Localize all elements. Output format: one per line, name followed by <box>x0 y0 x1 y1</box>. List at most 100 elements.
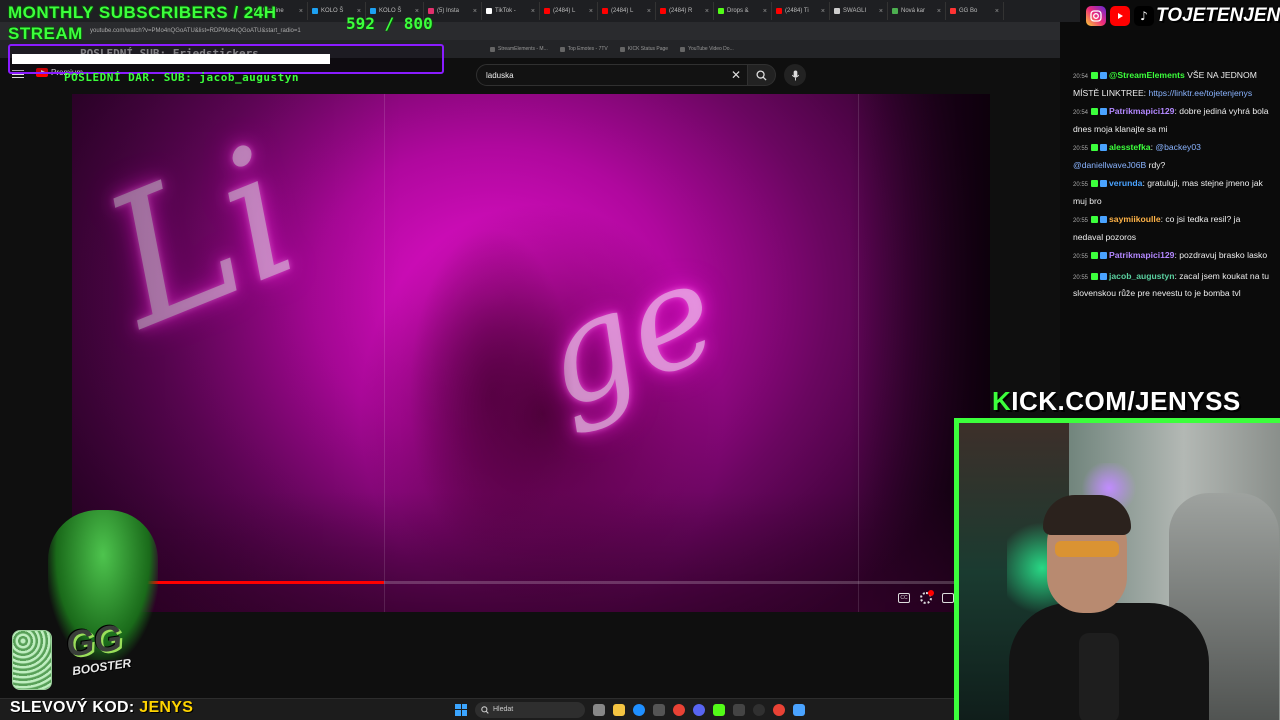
chat-message: 20:55 Patrikmapici129: pozdravuj brasko l… <box>1073 248 1272 266</box>
tab-favicon-icon <box>950 8 956 14</box>
search-button[interactable] <box>748 64 776 86</box>
tab-close-icon[interactable]: × <box>299 8 303 15</box>
subtitles-icon[interactable]: CC <box>898 593 910 603</box>
tab-close-icon[interactable]: × <box>821 8 825 15</box>
chrome-icon[interactable] <box>773 703 785 716</box>
search-input[interactable]: laduska ✕ <box>476 64 748 86</box>
kick-url: KICK.COM/JENYSS <box>992 386 1241 417</box>
bookmark-item[interactable]: KICK Status Page <box>619 46 668 52</box>
taskbar-search-placeholder: Hledat <box>493 706 514 713</box>
browser-tab[interactable]: (2484) L × <box>598 2 656 20</box>
kick-app-icon[interactable] <box>713 703 725 716</box>
file-explorer-icon[interactable] <box>613 703 625 716</box>
kick-badge-icon <box>1091 252 1099 259</box>
voice-search-button[interactable] <box>784 64 806 86</box>
tab-close-icon[interactable]: × <box>589 8 593 15</box>
chat-message: 20:55 saymiikoulle: co jsi tedka resil? j… <box>1073 212 1272 245</box>
tab-close-icon[interactable]: × <box>763 8 767 15</box>
tab-label: (2484) Ti <box>785 8 809 14</box>
search-query: laduska <box>486 70 514 80</box>
tab-close-icon[interactable]: × <box>937 8 941 15</box>
chat-link[interactable]: https://linktr.ee/tojetenjenys <box>1148 88 1252 98</box>
sub-badge-icon <box>1100 216 1108 223</box>
browser-tab[interactable]: GG Bo × <box>946 2 1004 20</box>
edge-icon[interactable] <box>633 703 645 716</box>
video-frame-line <box>384 94 385 612</box>
windows-start-icon[interactable] <box>455 703 467 716</box>
social-icons: ♪ <box>1086 6 1154 26</box>
tab-close-icon[interactable]: × <box>879 8 883 15</box>
chat-username[interactable]: Patrikmapici129 <box>1109 250 1174 260</box>
bookmark-item[interactable]: YouTube Video Do... <box>680 46 734 52</box>
tab-label: Nová kar <box>901 8 926 14</box>
kick-badge-icon <box>1091 108 1099 115</box>
tab-close-icon[interactable]: × <box>705 8 709 15</box>
search-icon <box>481 705 489 714</box>
notepad-icon[interactable] <box>793 703 805 716</box>
clear-search-icon[interactable]: ✕ <box>731 68 741 82</box>
bookmark-label: Top Emotes - 7TV <box>567 46 608 52</box>
sub-badge-icon <box>1100 252 1108 259</box>
chat-timestamp: 20:54 <box>1073 74 1089 80</box>
kick-url-rest: ICK.COM/JENYSS <box>1011 386 1241 416</box>
tab-close-icon[interactable]: × <box>531 8 535 15</box>
task-view-icon[interactable] <box>593 703 605 716</box>
settings-gear-icon[interactable] <box>920 590 934 604</box>
chat-username[interactable]: verunda <box>1109 178 1142 188</box>
tab-close-icon[interactable]: × <box>647 8 651 15</box>
monthly-subs-title: MONTHLY SUBSCRIBERS / 24H STREAM <box>8 2 277 44</box>
video-player[interactable]: Li ge CC <box>72 94 990 612</box>
microphone-icon <box>791 69 799 81</box>
browser-tab[interactable]: (2484) L × <box>540 2 598 20</box>
taskbar-search[interactable]: Hledat <box>475 701 585 718</box>
bookmark-item[interactable]: Top Emotes - 7TV <box>559 46 608 52</box>
tab-close-icon[interactable]: × <box>995 8 999 15</box>
browser-tab[interactable]: Nová kar × <box>888 2 946 20</box>
sub-badge-icon <box>1100 72 1108 79</box>
sub-badge-icon <box>1100 108 1108 115</box>
bookmark-item[interactable]: StreamElements - M... <box>490 46 548 52</box>
chat-username[interactable]: @StreamElements <box>1109 70 1185 80</box>
browser-tab[interactable]: (2484) Ti × <box>772 2 830 20</box>
store-icon[interactable] <box>653 703 665 716</box>
kick-badge-icon <box>1091 144 1099 151</box>
last-donation-label: POSLEDNÍ DAR. SUB: jacob_augustyn <box>64 71 300 84</box>
tab-label: (5) Insta <box>437 8 460 14</box>
chat-username[interactable]: saymiikoulle <box>1109 214 1161 224</box>
chat-username[interactable]: jacob_augustyn <box>1109 271 1174 281</box>
bookmark-icon <box>619 46 625 52</box>
sub-badge-icon <box>1100 144 1108 151</box>
chrome-icon[interactable] <box>673 703 685 716</box>
browser-tab[interactable]: Drops & × <box>714 2 772 20</box>
steam-icon[interactable] <box>733 703 745 716</box>
discord-icon[interactable] <box>693 703 705 716</box>
browser-tab[interactable]: TikTok - × <box>482 2 540 20</box>
kick-url-k: K <box>992 386 1012 416</box>
gg-booster-sponsor: GG BOOSTER <box>12 500 172 696</box>
chat-username[interactable]: Patrikmapici129 <box>1109 106 1174 116</box>
chat-message: 20:55 alesstefka: @backey03 @daniellwaveJ… <box>1073 140 1272 173</box>
tab-label: GG Bo <box>959 8 978 14</box>
tab-favicon-icon <box>486 8 492 14</box>
streamer-brand: TOJETENJENYS <box>1156 5 1280 26</box>
chat-username[interactable]: alesstefka <box>1109 142 1151 152</box>
video-progress-bar[interactable] <box>72 581 990 584</box>
tab-label: (2484) L <box>611 8 634 14</box>
tiktok-icon: ♪ <box>1134 6 1154 26</box>
youtube-icon <box>1110 6 1130 26</box>
browser-tab[interactable]: SWAGLI × <box>830 2 888 20</box>
chat-message: 20:54 Patrikmapici129: dobre jediná vyhrá… <box>1073 104 1272 137</box>
theater-mode-icon[interactable] <box>942 593 954 603</box>
chat-message: 20:55 jacob_augustyn: zacal jsem koukat n… <box>1073 269 1272 302</box>
bookmark-label: YouTube Video Do... <box>688 46 734 52</box>
tab-close-icon[interactable]: × <box>473 8 477 15</box>
browser-tab[interactable]: (2484) R × <box>656 2 714 20</box>
video-frame-line <box>858 94 859 612</box>
chat-timestamp: 20:55 <box>1073 254 1089 260</box>
tab-favicon-icon <box>834 8 840 14</box>
webcam-feed <box>954 418 1280 720</box>
obs-icon[interactable] <box>753 703 765 716</box>
kick-badge-icon <box>1091 72 1099 79</box>
subs-counter: 592 / 800 <box>346 14 433 33</box>
bookmark-icon <box>680 46 686 52</box>
